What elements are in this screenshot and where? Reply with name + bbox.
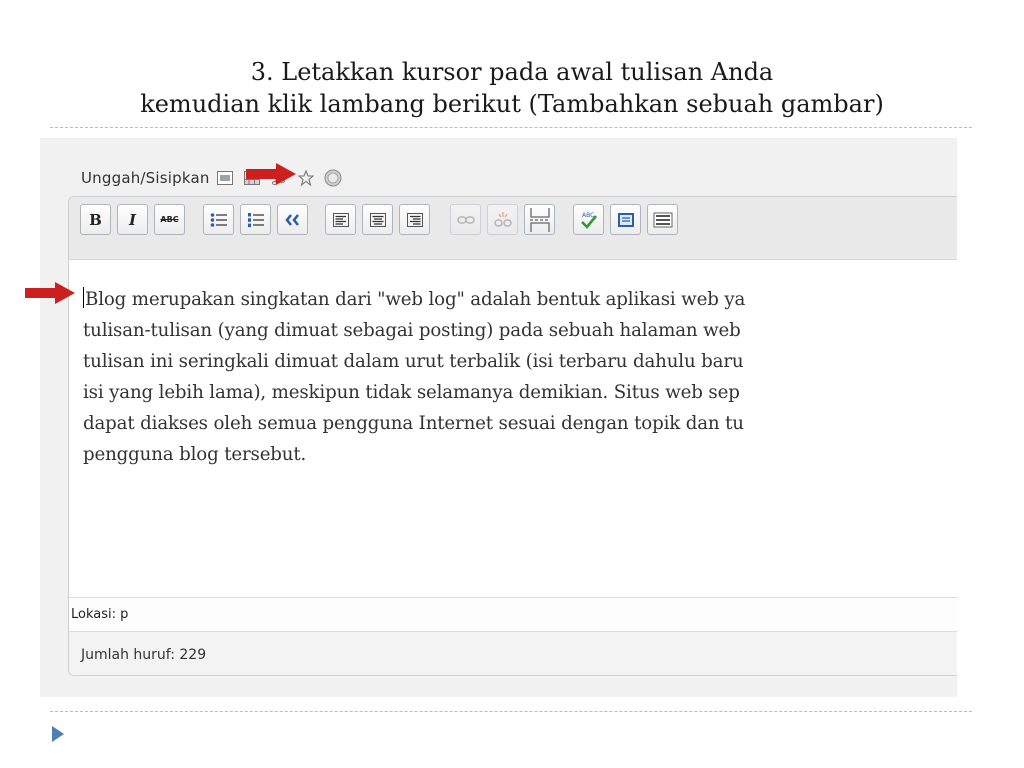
word-count-bar: Jumlah huruf: 229 (69, 631, 957, 675)
paragraph-line-6: pengguna blog tersebut. (83, 444, 307, 465)
remove-link-icon (493, 211, 512, 227)
upload-insert-label: Unggah/Sisipkan (81, 169, 210, 187)
italic-button[interactable]: I (117, 204, 148, 235)
paragraph-line-1: Blog merupakan singkatan dari "web log" … (83, 284, 957, 315)
spellcheck-button[interactable]: ABC (573, 204, 604, 235)
align-right-icon (406, 212, 423, 227)
editor-toolbar: B I ABC ABC (69, 197, 957, 260)
strikethrough-button[interactable]: ABC (154, 204, 185, 235)
align-left-icon (332, 212, 349, 227)
add-poll-icon[interactable] (322, 167, 344, 189)
paragraph-line-5: dapat diakses oleh semua pengguna Intern… (83, 413, 744, 434)
add-media-icon[interactable] (295, 167, 317, 189)
add-image-icon[interactable] (214, 167, 236, 189)
kitchen-sink-button[interactable] (647, 204, 678, 235)
blockquote-icon (284, 213, 299, 226)
slide-title-line-2: kemudian klik lambang berikut (Tambahkan… (140, 90, 884, 118)
insert-link-icon (456, 215, 475, 224)
fullscreen-icon (617, 212, 634, 227)
numbered-list-button[interactable] (240, 204, 271, 235)
element-path-label: Lokasi: p (71, 607, 129, 622)
insert-more-tag-button[interactable] (524, 204, 555, 235)
paragraph-line-1-text: Blog merupakan singkatan dari "web log" … (85, 289, 746, 310)
slide-title: 3. Letakkan kursor pada awal tulisan And… (0, 56, 1024, 120)
bold-button[interactable]: B (80, 204, 111, 235)
post-editor: B I ABC ABC Blog merupakan singkatan dar… (68, 196, 957, 676)
slide-title-line-1: 3. Letakkan kursor pada awal tulisan And… (250, 58, 774, 86)
kitchen-sink-icon (653, 212, 672, 227)
align-center-button[interactable] (362, 204, 393, 235)
insert-more-tag-icon (529, 207, 550, 232)
italic-icon: I (128, 210, 137, 229)
paragraph-line-2: tulisan-tulisan (yang dimuat sebagai pos… (83, 320, 741, 341)
paragraph-line-4: isi yang lebih lama), meskipun tidak sel… (83, 382, 740, 403)
paragraph-line-3: tulisan ini seringkali dimuat dalam urut… (83, 351, 744, 372)
align-left-button[interactable] (325, 204, 356, 235)
post-paragraph: Blog merupakan singkatan dari "web log" … (83, 284, 957, 470)
bulleted-list-button[interactable] (203, 204, 234, 235)
editor-screenshot: Unggah/Sisipkan B I ABC ABC Blog merupak… (40, 138, 957, 697)
insert-link-button[interactable] (450, 204, 481, 235)
bold-icon: B (89, 210, 102, 229)
bulleted-list-icon (210, 212, 227, 227)
next-paragraph-cut-off (83, 585, 957, 597)
remove-link-button[interactable] (487, 204, 518, 235)
spellcheck-icon: ABC (580, 212, 597, 229)
fullscreen-button[interactable] (610, 204, 641, 235)
align-right-button[interactable] (399, 204, 430, 235)
svg-text:ABC: ABC (582, 212, 594, 219)
element-path-bar: Lokasi: p (69, 597, 957, 631)
upload-insert-bar: Unggah/Sisipkan (81, 165, 349, 191)
word-count-label: Jumlah huruf: 229 (81, 646, 207, 663)
arrow-to-text-cursor (25, 282, 75, 304)
slide-bullet-icon (52, 726, 64, 742)
top-divider (50, 127, 972, 128)
blockquote-button[interactable] (277, 204, 308, 235)
editor-content-area[interactable]: Blog merupakan singkatan dari "web log" … (69, 260, 957, 597)
strikethrough-icon: ABC (160, 215, 179, 224)
text-cursor (83, 287, 84, 308)
align-center-icon (369, 212, 386, 227)
bottom-divider (50, 711, 972, 712)
arrow-to-add-image-icon (246, 163, 296, 185)
numbered-list-icon (247, 212, 264, 227)
